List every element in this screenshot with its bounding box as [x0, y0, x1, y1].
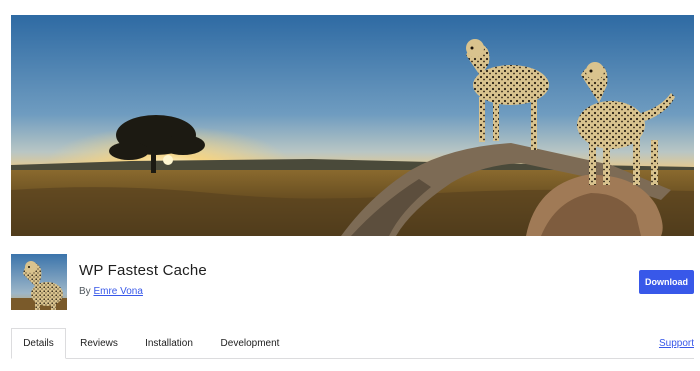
support-link[interactable]: Support — [659, 328, 694, 358]
cheetah-thumbnail-image — [11, 254, 67, 310]
tab-development[interactable]: Development — [213, 328, 287, 358]
plugin-tabs: Details Reviews Installation Development… — [11, 328, 694, 359]
byline-prefix: By — [79, 286, 91, 297]
tab-installation[interactable]: Installation — [135, 328, 203, 358]
download-button[interactable]: Download — [639, 270, 694, 294]
plugin-title: WP Fastest Cache — [79, 262, 207, 279]
tab-details[interactable]: Details — [11, 328, 66, 359]
banner-savanna-cheetahs-image — [11, 15, 694, 236]
plugin-banner — [11, 15, 694, 236]
plugin-byline: By Emre Vona — [79, 286, 143, 297]
author-link[interactable]: Emre Vona — [93, 286, 142, 297]
tab-reviews[interactable]: Reviews — [69, 328, 129, 358]
plugin-icon — [11, 254, 67, 310]
